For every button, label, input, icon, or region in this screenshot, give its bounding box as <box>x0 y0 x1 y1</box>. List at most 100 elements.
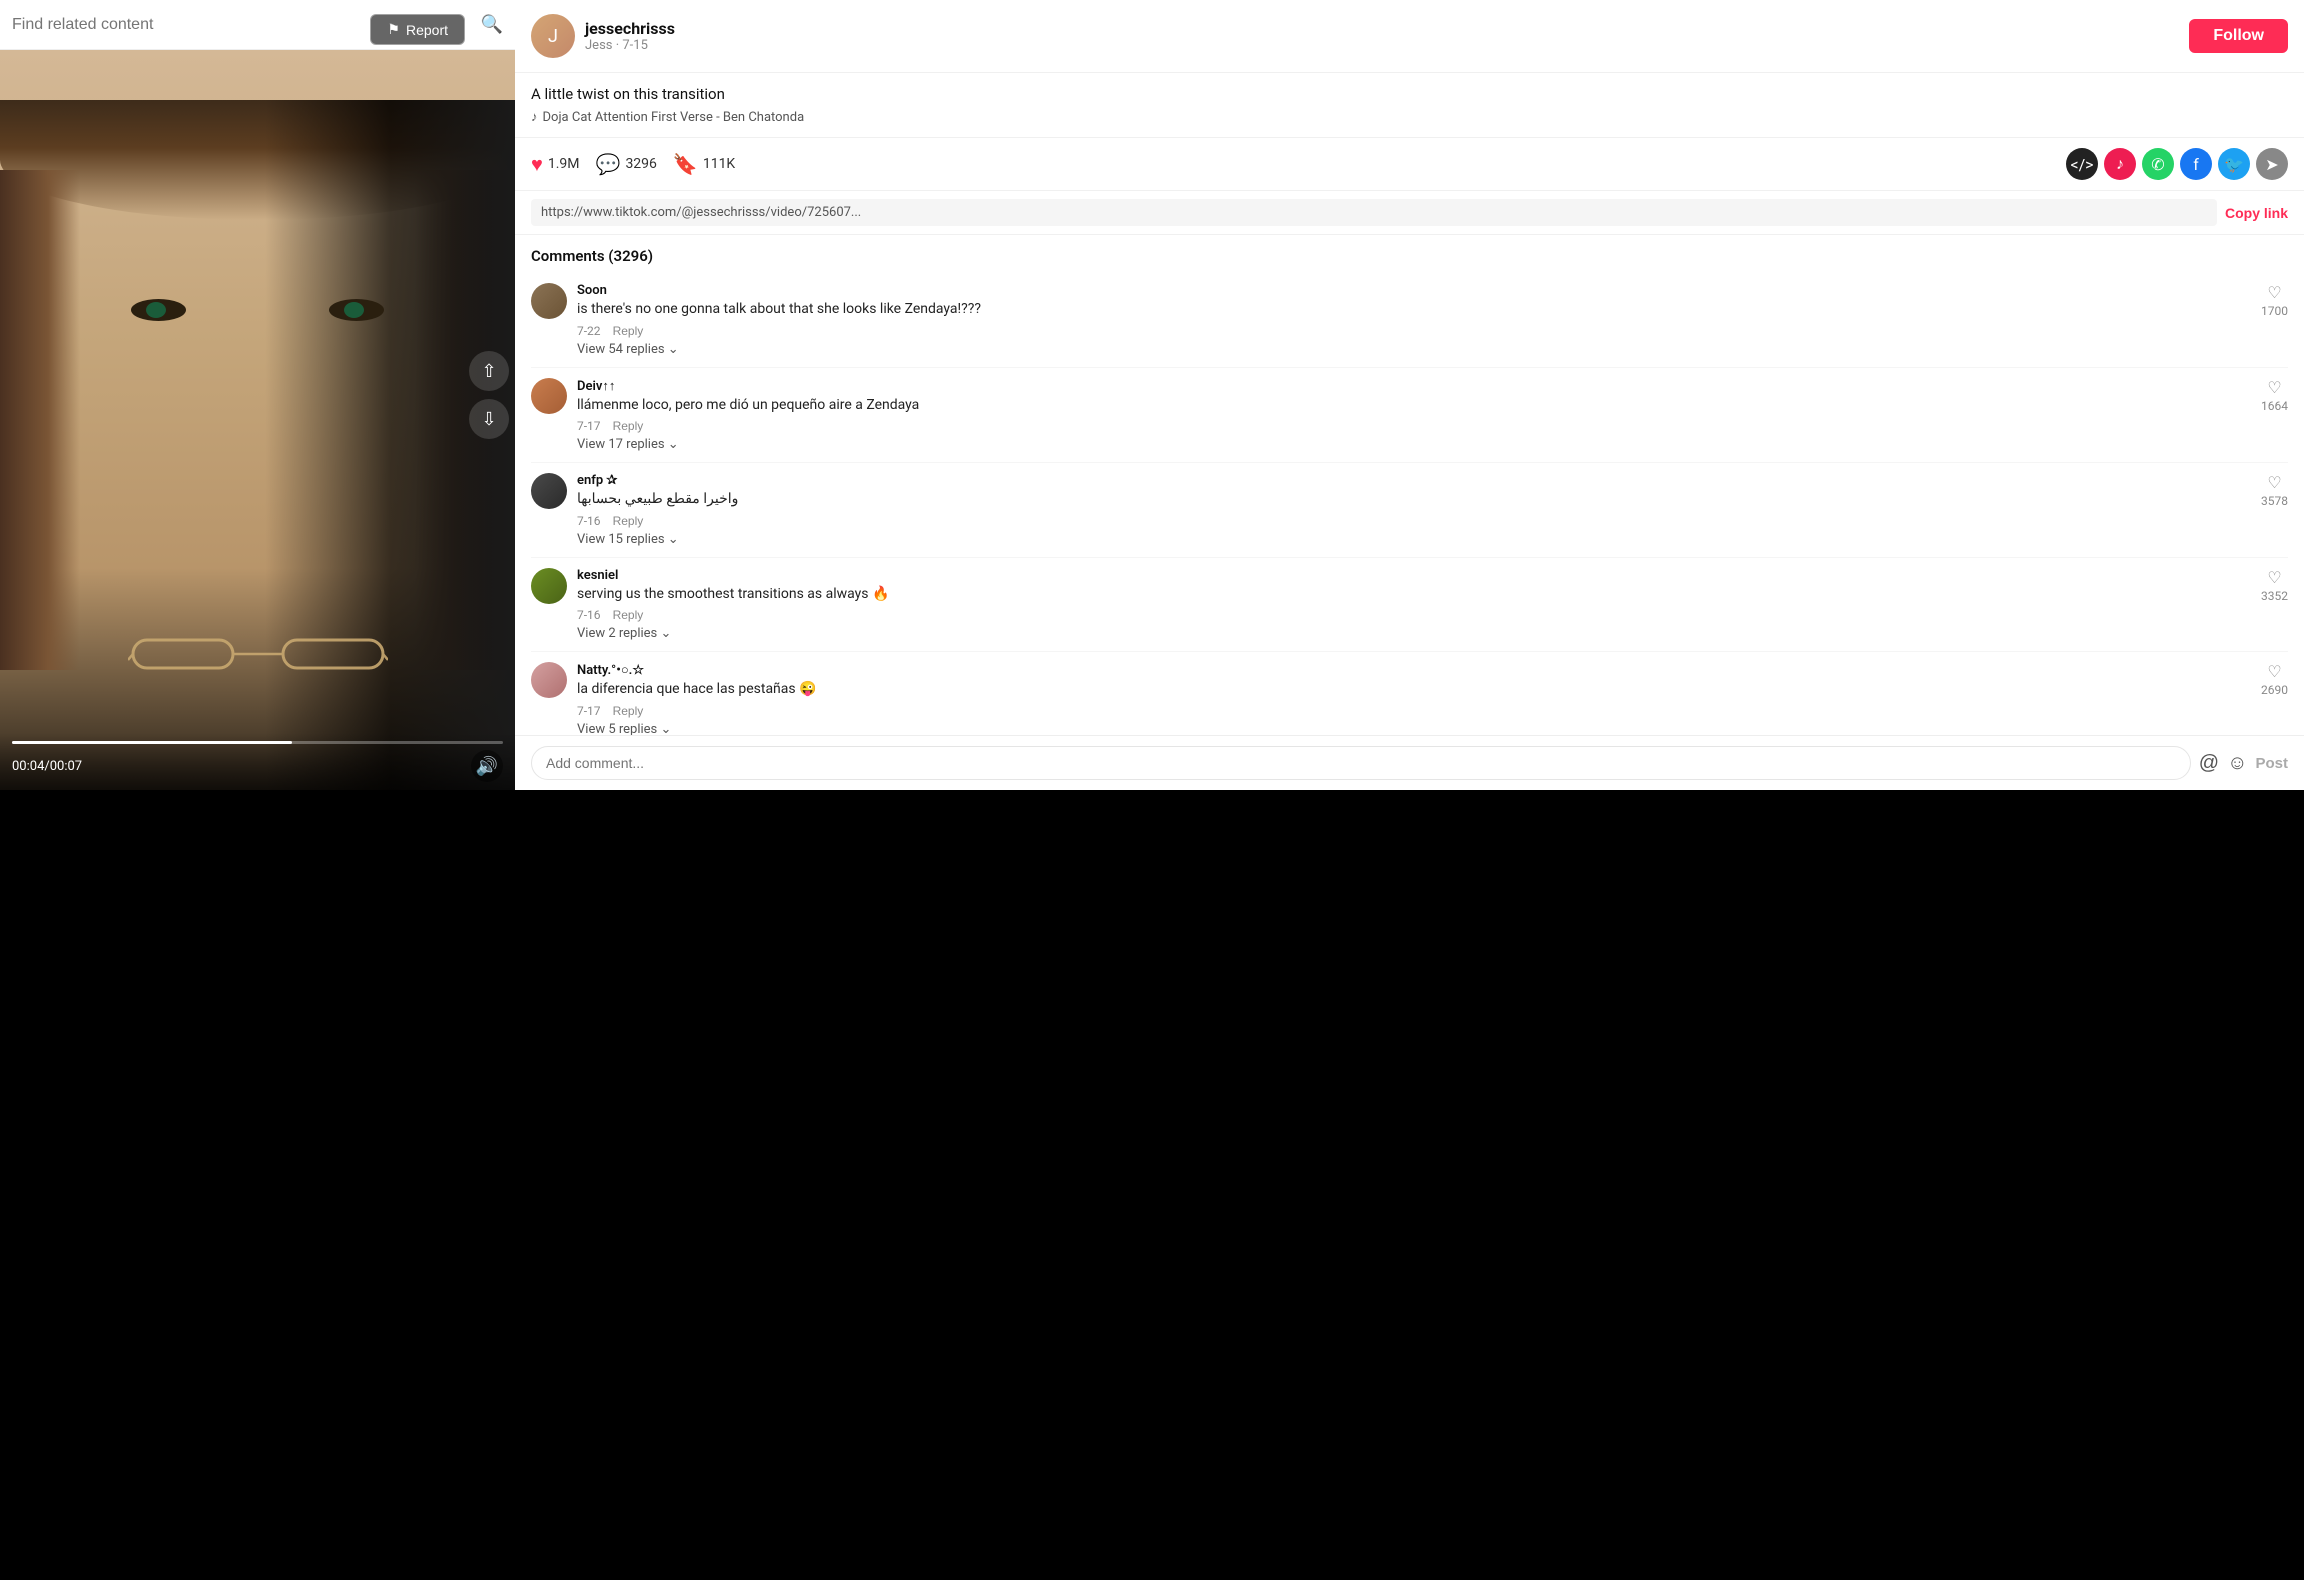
comment-item: Deiv↑↑ llámenme loco, pero me dió un peq… <box>531 368 2288 464</box>
facebook-icon: f <box>2193 155 2199 174</box>
emoji-button[interactable]: ☺ <box>2227 752 2247 775</box>
comment-username[interactable]: enfp ✰ <box>577 473 2251 488</box>
view-replies-button[interactable]: View 15 replies ⌄ <box>577 532 2251 547</box>
like-heart-icon[interactable]: ♡ <box>2267 283 2281 302</box>
share-twitter-button[interactable]: 🐦 <box>2218 148 2250 180</box>
creator-sub: Jess · 7-15 <box>585 38 2179 53</box>
reply-button[interactable]: Reply <box>613 704 644 718</box>
report-button[interactable]: ⚑ Report <box>370 14 465 45</box>
comment-meta: 7-22 Reply <box>577 324 2251 338</box>
comment-text: la diferencia que hace las pestañas 😜 <box>577 680 2251 700</box>
view-replies-button[interactable]: View 54 replies ⌄ <box>577 342 2251 357</box>
comment-meta: 7-17 Reply <box>577 704 2251 718</box>
share-icons: </> ♪ ✆ f 🐦 ➤ <box>2066 148 2288 180</box>
heart-icon: ♥ <box>531 152 543 177</box>
avatar <box>531 378 567 414</box>
likes-action[interactable]: ♥ 1.9M <box>531 152 580 177</box>
time-display: 00:04/00:07 <box>12 759 82 774</box>
share-whatsapp-button[interactable]: ✆ <box>2142 148 2174 180</box>
comment-username[interactable]: Natty.°•○.☆ <box>577 662 2251 678</box>
comment-icon: 💬 <box>596 152 621 176</box>
comment-item: Soon is there's no one gonna talk about … <box>531 273 2288 368</box>
controls-row: 00:04/00:07 🔊 <box>12 750 503 782</box>
like-heart-icon[interactable]: ♡ <box>2267 568 2281 587</box>
nav-arrows: ⇧ ⇩ <box>469 351 509 439</box>
creator-header: J jessechrisss Jess · 7-15 Follow <box>515 0 2304 73</box>
like-heart-icon[interactable]: ♡ <box>2267 473 2281 492</box>
progress-fill <box>12 741 292 744</box>
music-label: ♪ Doja Cat Attention First Verse - Ben C… <box>531 109 2288 125</box>
volume-button[interactable]: 🔊 <box>471 750 503 782</box>
comment-like: ♡ 2690 <box>2261 662 2288 735</box>
like-count: 1664 <box>2261 399 2288 413</box>
reply-button[interactable]: Reply <box>613 419 644 433</box>
comment-like: ♡ 3578 <box>2261 473 2288 547</box>
comment-like: ♡ 1664 <box>2261 378 2288 453</box>
chevron-down-icon: ⇩ <box>481 409 496 430</box>
video-frame <box>0 50 515 790</box>
comments-action[interactable]: 💬 3296 <box>596 152 657 176</box>
like-count: 1700 <box>2261 304 2288 318</box>
left-eye <box>131 299 186 321</box>
nav-down-button[interactable]: ⇩ <box>469 399 509 439</box>
like-count: 3352 <box>2261 589 2288 603</box>
bookmarks-action[interactable]: 🔖 111K <box>673 152 735 176</box>
chevron-up-icon: ⇧ <box>481 361 496 382</box>
share-facebook-button[interactable]: f <box>2180 148 2212 180</box>
comment-username[interactable]: Soon <box>577 283 2251 298</box>
reply-button[interactable]: Reply <box>613 324 644 338</box>
comment-username[interactable]: Deiv↑↑ <box>577 378 2251 394</box>
view-replies-button[interactable]: View 17 replies ⌄ <box>577 437 2251 452</box>
video-background: ⚑ Report ⇧ ⇩ 00:04/00:07 🔊 <box>0 0 515 790</box>
comment-like: ♡ 3352 <box>2261 568 2288 642</box>
music-text[interactable]: Doja Cat Attention First Verse - Ben Cha… <box>543 110 805 125</box>
bookmarks-count: 111K <box>703 156 735 172</box>
comment-meta: 7-16 Reply <box>577 514 2251 528</box>
search-icon[interactable]: 🔍 <box>481 14 503 35</box>
comment-meta: 7-16 Reply <box>577 608 2251 622</box>
glasses-area <box>0 610 515 690</box>
video-title: A little twist on this transition <box>531 85 2288 103</box>
hair-left <box>0 170 80 670</box>
comment-item: Natty.°•○.☆ la diferencia que hace las p… <box>531 652 2288 735</box>
comment-date: 7-16 <box>577 608 601 622</box>
comment-username[interactable]: kesniel <box>577 568 2251 583</box>
reply-button[interactable]: Reply <box>613 514 644 528</box>
comment-body: Soon is there's no one gonna talk about … <box>577 283 2251 357</box>
comment-date: 7-16 <box>577 514 601 528</box>
flag-icon: ⚑ <box>387 21 400 38</box>
progress-bar[interactable] <box>12 741 503 744</box>
nav-up-button[interactable]: ⇧ <box>469 351 509 391</box>
creator-display-name: Jess <box>585 38 613 53</box>
share-embed-button[interactable]: </> <box>2066 148 2098 180</box>
action-bar: ♥ 1.9M 💬 3296 🔖 111K </> ♪ ✆ f 🐦 <box>515 138 2304 191</box>
comment-body: kesniel serving us the smoothest transit… <box>577 568 2251 642</box>
view-replies-button[interactable]: View 2 replies ⌄ <box>577 626 2251 641</box>
twitter-icon: 🐦 <box>2224 155 2244 174</box>
whatsapp-icon: ✆ <box>2151 155 2164 174</box>
copy-link-button[interactable]: Copy link <box>2225 205 2288 221</box>
comment-date: 7-17 <box>577 419 601 433</box>
follow-button[interactable]: Follow <box>2189 19 2288 53</box>
creator-username[interactable]: jessechrisss <box>585 19 2179 38</box>
comment-like: ♡ 1700 <box>2261 283 2288 357</box>
share-more-icon: ➤ <box>2265 155 2278 174</box>
video-url: https://www.tiktok.com/@jessechrisss/vid… <box>531 199 2217 226</box>
comment-input[interactable] <box>531 746 2191 780</box>
like-heart-icon[interactable]: ♡ <box>2267 378 2281 397</box>
view-replies-button[interactable]: View 5 replies ⌄ <box>577 722 2251 735</box>
comment-body: Deiv↑↑ llámenme loco, pero me dió un peq… <box>577 378 2251 453</box>
comment-date: 7-17 <box>577 704 601 718</box>
comment-item: kesniel serving us the smoothest transit… <box>531 558 2288 653</box>
comment-item: enfp ✰ واخيرا مقطع طبيعي بحسابها 7-16 Re… <box>531 463 2288 558</box>
reply-button[interactable]: Reply <box>613 608 644 622</box>
tiktok-icon: ♪ <box>2116 154 2124 174</box>
like-count: 3578 <box>2261 494 2288 508</box>
comments-count: 3296 <box>625 156 656 172</box>
post-button[interactable]: Post <box>2255 755 2288 772</box>
like-heart-icon[interactable]: ♡ <box>2267 662 2281 681</box>
mention-button[interactable]: @ <box>2199 752 2219 775</box>
comment-text: serving us the smoothest transitions as … <box>577 585 2251 605</box>
share-more-button[interactable]: ➤ <box>2256 148 2288 180</box>
share-tiktok-button[interactable]: ♪ <box>2104 148 2136 180</box>
